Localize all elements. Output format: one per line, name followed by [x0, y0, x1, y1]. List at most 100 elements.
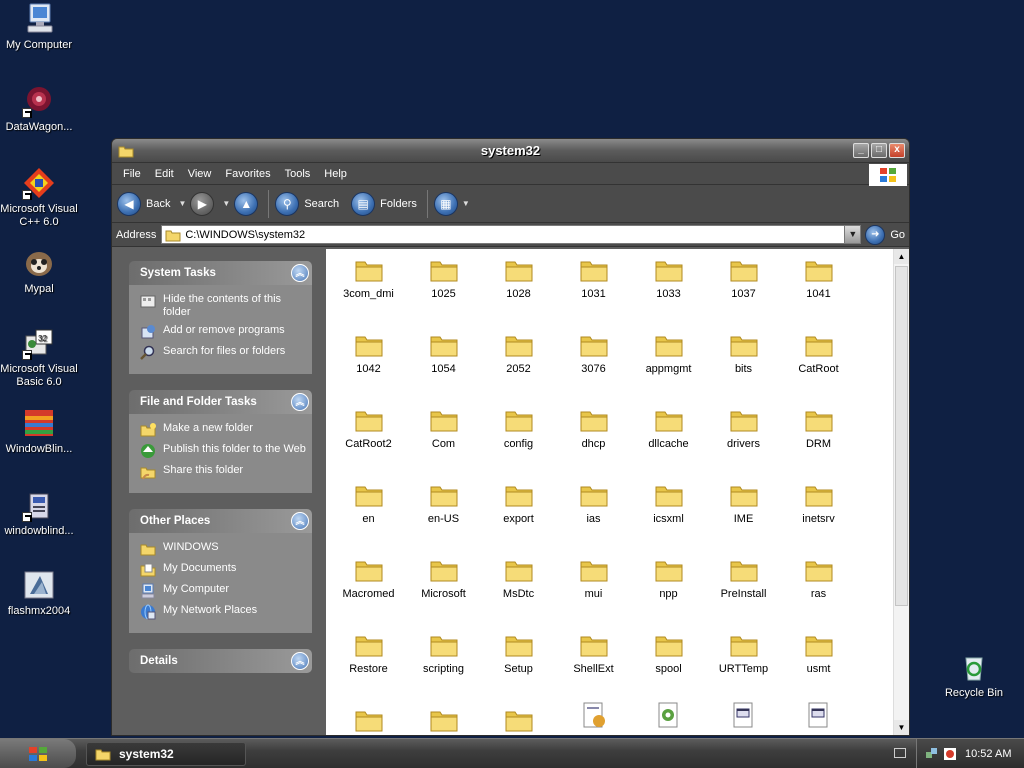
desktop-icon-recycle-bin[interactable]: Recycle Bin: [935, 650, 1013, 700]
folder-item[interactable]: mui: [556, 555, 631, 600]
folder-item[interactable]: Restore: [331, 630, 406, 675]
folder-item[interactable]: [331, 705, 406, 735]
desktop-icon-datawagon[interactable]: DataWagon...: [0, 84, 78, 134]
go-button[interactable]: ➜ Go: [865, 224, 905, 245]
address-dropdown-icon[interactable]: ▼: [844, 226, 861, 243]
menu-favorites[interactable]: Favorites: [218, 168, 277, 180]
folder-item[interactable]: [481, 705, 556, 735]
folder-item[interactable]: 1028: [481, 255, 556, 300]
desktop-icon-visual-cpp[interactable]: Microsoft Visual C++ 6.0: [0, 166, 78, 229]
folder-item[interactable]: DRM: [781, 405, 856, 450]
file-item[interactable]: [631, 701, 706, 734]
views-button[interactable]: ▦ ▼: [433, 191, 474, 216]
folders-button[interactable]: ▤ Folders: [351, 191, 417, 216]
desktop-icon-flashmx[interactable]: flashmx2004: [0, 568, 78, 618]
desktop-icon-windowblind-installer[interactable]: windowblind...: [0, 488, 78, 538]
folder-item[interactable]: CatRoot: [781, 330, 856, 375]
address-input[interactable]: C:\WINDOWS\system32 ▼: [161, 225, 862, 244]
file-item[interactable]: [781, 701, 856, 734]
up-button[interactable]: ▲: [234, 191, 259, 216]
scroll-up-arrow-icon[interactable]: ▲: [894, 249, 909, 264]
folder-item[interactable]: 1054: [406, 330, 481, 375]
folder-item[interactable]: en: [331, 480, 406, 525]
explorer-window[interactable]: system32 _ □ x File Edit View Favorites …: [111, 138, 910, 736]
task-share-folder[interactable]: Share this folder: [140, 464, 306, 480]
back-dropdown-icon[interactable]: ▼: [178, 199, 186, 208]
place-my-documents[interactable]: My Documents: [140, 562, 306, 578]
folder-item[interactable]: ShellExt: [556, 630, 631, 675]
folder-item[interactable]: Com: [406, 405, 481, 450]
file-list[interactable]: 3com_dmi 1025 1028 1031 1033 1037 1041 1042 1054…: [326, 249, 909, 735]
folder-item[interactable]: [406, 705, 481, 735]
folder-item[interactable]: Setup: [481, 630, 556, 675]
folder-item[interactable]: appmgmt: [631, 330, 706, 375]
keyboard-icon[interactable]: [894, 748, 906, 758]
folder-item[interactable]: MsDtc: [481, 555, 556, 600]
folder-item[interactable]: bits: [706, 330, 781, 375]
folder-item[interactable]: URTTemp: [706, 630, 781, 675]
scroll-thumb[interactable]: [895, 266, 908, 606]
folder-item[interactable]: spool: [631, 630, 706, 675]
start-button[interactable]: [0, 739, 76, 768]
close-button[interactable]: x: [889, 143, 905, 158]
folder-item[interactable]: 2052: [481, 330, 556, 375]
folder-item[interactable]: 1025: [406, 255, 481, 300]
maximize-button[interactable]: □: [871, 143, 887, 158]
task-publish-web[interactable]: Publish this folder to the Web: [140, 443, 306, 459]
system-tasks-header[interactable]: System Tasks ︽: [129, 261, 312, 285]
place-my-network-places[interactable]: My Network Places: [140, 604, 306, 620]
search-button[interactable]: ⚲ Search: [275, 191, 339, 216]
task-hide-contents[interactable]: Hide the contents of this folder: [140, 293, 306, 319]
task-add-remove-programs[interactable]: Add or remove programs: [140, 324, 306, 340]
folder-item[interactable]: PreInstall: [706, 555, 781, 600]
scroll-down-arrow-icon[interactable]: ▼: [894, 720, 909, 735]
folder-item[interactable]: dllcache: [631, 405, 706, 450]
folder-item[interactable]: npp: [631, 555, 706, 600]
folder-item[interactable]: Macromed: [331, 555, 406, 600]
security-tray-icon[interactable]: [943, 747, 957, 761]
folder-item[interactable]: ras: [781, 555, 856, 600]
collapse-chevron-icon[interactable]: ︽: [291, 393, 309, 411]
folder-item[interactable]: 1041: [781, 255, 856, 300]
folder-item[interactable]: usmt: [781, 630, 856, 675]
details-header[interactable]: Details ︽: [129, 649, 312, 673]
folder-item[interactable]: 1031: [556, 255, 631, 300]
taskbar-app-system32[interactable]: system32: [86, 742, 246, 766]
forward-button[interactable]: ▶: [190, 191, 215, 216]
desktop-icon-mypal[interactable]: Mypal: [0, 246, 78, 296]
menu-file[interactable]: File: [116, 168, 148, 180]
network-tray-icon[interactable]: [925, 747, 939, 761]
place-windows[interactable]: WINDOWS: [140, 541, 306, 557]
folder-item[interactable]: inetsrv: [781, 480, 856, 525]
folder-item[interactable]: CatRoot2: [331, 405, 406, 450]
minimize-button[interactable]: _: [853, 143, 869, 158]
file-item[interactable]: [556, 701, 631, 734]
other-places-header[interactable]: Other Places ︽: [129, 509, 312, 533]
folder-item[interactable]: scripting: [406, 630, 481, 675]
menu-edit[interactable]: Edit: [148, 168, 181, 180]
folder-item[interactable]: 1042: [331, 330, 406, 375]
folder-item[interactable]: icsxml: [631, 480, 706, 525]
folder-item[interactable]: 1037: [706, 255, 781, 300]
desktop-icon-windowblinds[interactable]: WindowBlin...: [0, 406, 78, 456]
desktop-icon-visual-basic[interactable]: 32 Microsoft Visual Basic 6.0: [0, 326, 78, 389]
expand-chevron-icon[interactable]: ︽: [291, 652, 309, 670]
folder-item[interactable]: export: [481, 480, 556, 525]
clock[interactable]: 10:52 AM: [965, 748, 1011, 760]
folder-item[interactable]: Microsoft: [406, 555, 481, 600]
task-new-folder[interactable]: Make a new folder: [140, 422, 306, 438]
folder-item[interactable]: ias: [556, 480, 631, 525]
folder-item[interactable]: drivers: [706, 405, 781, 450]
file-item[interactable]: [706, 701, 781, 734]
menu-tools[interactable]: Tools: [278, 168, 318, 180]
menu-help[interactable]: Help: [317, 168, 354, 180]
collapse-chevron-icon[interactable]: ︽: [291, 264, 309, 282]
forward-dropdown-icon[interactable]: ▼: [222, 199, 230, 208]
task-search-files[interactable]: Search for files or folders: [140, 345, 306, 361]
collapse-chevron-icon[interactable]: ︽: [291, 512, 309, 530]
menu-view[interactable]: View: [181, 168, 219, 180]
folder-item[interactable]: 3com_dmi: [331, 255, 406, 300]
back-button[interactable]: ◀ Back: [117, 191, 170, 216]
file-folder-tasks-header[interactable]: File and Folder Tasks ︽: [129, 390, 312, 414]
title-bar[interactable]: system32 _ □ x: [112, 139, 909, 163]
